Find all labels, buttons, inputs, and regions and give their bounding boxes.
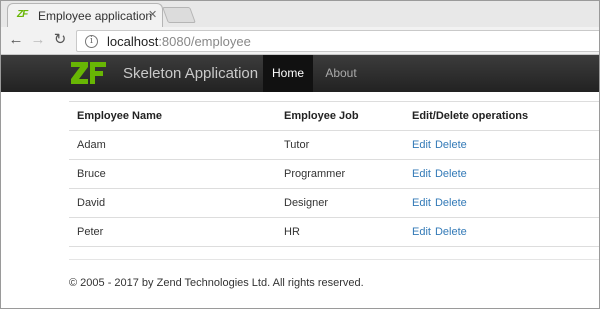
employee-job: Tutor [284, 139, 310, 151]
employee-name: Bruce [77, 168, 106, 180]
app-navbar: Skeleton Application Home About [1, 55, 599, 92]
employee-job: Designer [284, 197, 329, 209]
table-row: David Designer Edit Delete [69, 189, 599, 218]
forward-arrow-icon[interactable]: → [29, 31, 47, 49]
employee-name: David [77, 197, 106, 209]
employee-name: Peter [77, 226, 104, 238]
brand-title[interactable]: Skeleton Application [123, 65, 258, 82]
table-row: Peter HR Edit Delete [69, 218, 599, 247]
back-arrow-icon[interactable]: ← [7, 31, 25, 49]
reload-icon[interactable]: ↻ [51, 31, 69, 49]
employee-job: HR [284, 226, 300, 238]
delete-link[interactable]: Delete [435, 168, 467, 180]
header-employee-name: Employee Name [77, 110, 162, 122]
close-icon[interactable]: ✕ [148, 8, 157, 21]
tab-title: Employee application [38, 9, 153, 23]
tab-strip: ZF Employee application ✕ [1, 1, 599, 27]
nav-about[interactable]: About [319, 55, 363, 92]
address-bar[interactable]: i localhost:8080/employee [76, 30, 599, 52]
employee-table: Employee Name Employee Job Edit/Delete o… [69, 101, 599, 247]
new-tab-button[interactable] [162, 7, 196, 23]
delete-link[interactable]: Delete [435, 226, 467, 238]
url-text: localhost:8080/employee [107, 34, 251, 49]
footer-copyright: © 2005 - 2017 by Zend Technologies Ltd. … [69, 277, 364, 289]
zf-logo-icon[interactable] [69, 59, 107, 87]
header-operations: Edit/Delete operations [412, 110, 529, 122]
table-row: Adam Tutor Edit Delete [69, 131, 599, 160]
footer-divider [69, 259, 599, 260]
edit-link[interactable]: Edit [412, 197, 431, 209]
edit-link[interactable]: Edit [412, 139, 431, 151]
edit-link[interactable]: Edit [412, 226, 431, 238]
nav-home[interactable]: Home [263, 55, 313, 92]
header-employee-job: Employee Job [284, 110, 359, 122]
table-header-row: Employee Name Employee Job Edit/Delete o… [69, 102, 599, 131]
delete-link[interactable]: Delete [435, 139, 467, 151]
table-row: Bruce Programmer Edit Delete [69, 160, 599, 189]
browser-toolbar: ← → ↻ i localhost:8080/employee [1, 27, 599, 55]
browser-tab[interactable]: ZF Employee application ✕ [7, 3, 163, 27]
delete-link[interactable]: Delete [435, 197, 467, 209]
zf-favicon-icon: ZF [17, 9, 28, 20]
employee-job: Programmer [284, 168, 346, 180]
employee-name: Adam [77, 139, 106, 151]
edit-link[interactable]: Edit [412, 168, 431, 180]
info-icon[interactable]: i [85, 35, 98, 48]
